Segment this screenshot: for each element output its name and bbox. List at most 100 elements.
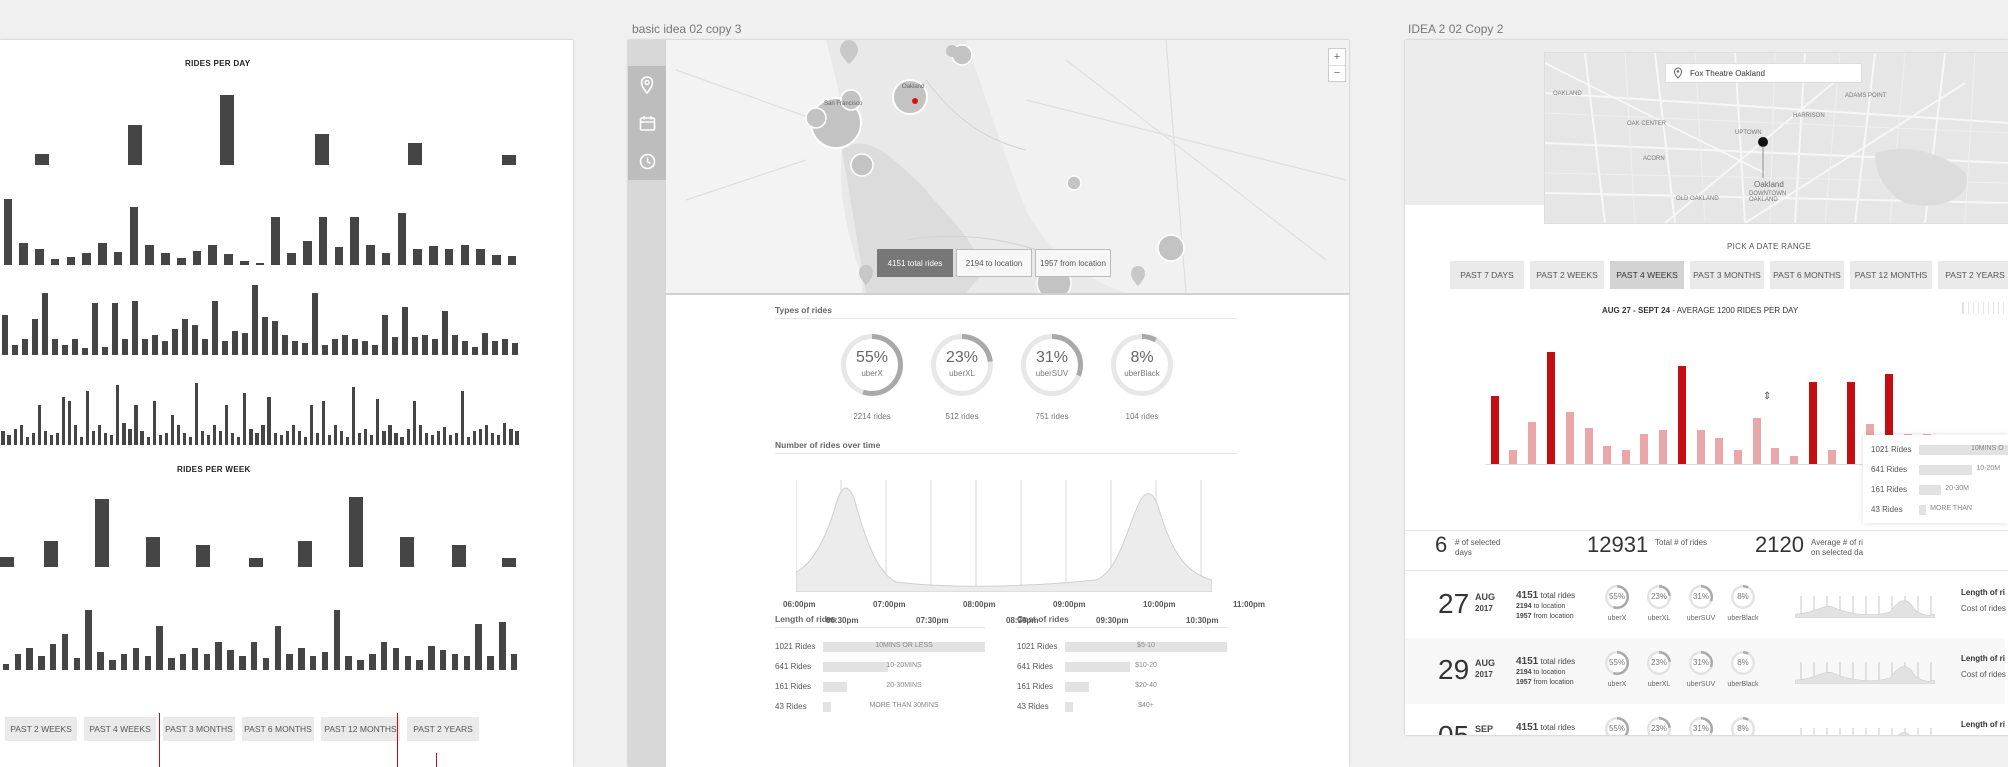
- date-range-past-2-years[interactable]: PAST 2 YEARS: [1938, 261, 2008, 289]
- sort-handle-icon[interactable]: ⇕: [1763, 392, 1771, 402]
- day-row-3-bar: [242, 333, 248, 355]
- day-row-2-bar: [271, 217, 281, 265]
- day-row-3-bar: [442, 311, 448, 355]
- left-range-past-4-weeks[interactable]: PAST 4 WEEKS: [84, 717, 156, 741]
- date-range-past-4-weeks[interactable]: PAST 4 WEEKS: [1610, 261, 1684, 289]
- oakland-map[interactable]: Fox Theatre Oakland OAKLAND OAK CENTER U…: [1544, 52, 2008, 224]
- cost-rides: 43 Rides: [1017, 702, 1049, 711]
- sidebar-location[interactable]: [628, 66, 666, 105]
- day-row-4-bar: [297, 431, 301, 445]
- week-row-2-bar: [250, 642, 258, 670]
- day-sparkline: [1794, 658, 1936, 685]
- week-row-2-bar: [416, 660, 423, 670]
- day-row-3-bar: [282, 335, 288, 355]
- date-range-past-12-months[interactable]: PAST 12 MONTHS: [1850, 261, 1932, 289]
- day-type-ring: 31%: [1688, 650, 1714, 676]
- date-summary-average: - AVERAGE 1200 RIDES PER DAY: [1670, 306, 1799, 315]
- day-row-3-bar: [152, 335, 158, 355]
- day-row-4-bar: [509, 429, 513, 445]
- sidebar-clock[interactable]: [628, 142, 666, 181]
- day-row-2-bar: [397, 213, 407, 265]
- from-location-button[interactable]: 1957 from location: [1035, 249, 1111, 277]
- day-type-percent: 8%: [1737, 724, 1749, 733]
- day-row-4-bar: [388, 425, 392, 445]
- bay-area-map[interactable]: San Francisco Oakland + − 4151 total rid…: [666, 40, 1349, 293]
- day-row: 05SEP20174151 total rides2194 to locatio…: [1405, 704, 2005, 735]
- day-row-3-bar: [492, 341, 498, 355]
- date-range-past-6-months[interactable]: PAST 6 MONTHS: [1770, 261, 1844, 289]
- day-type-percent: 23%: [1650, 592, 1667, 601]
- day-row-4-bar: [406, 429, 410, 445]
- day-row-3-bar: [32, 319, 38, 355]
- day-row-4-bar: [503, 423, 507, 445]
- week-row-1-bar: [298, 541, 312, 567]
- date-range-past-3-months[interactable]: PAST 3 MONTHS: [1690, 261, 1764, 289]
- day-row-3-bar: [452, 335, 458, 355]
- week-row-2-bar: [120, 654, 128, 670]
- left-range-past-2-years[interactable]: PAST 2 YEARS: [407, 717, 479, 741]
- week-row-2-bar: [463, 656, 471, 670]
- day-type-ring: 55%: [1604, 716, 1630, 735]
- week-row-2-bar: [274, 626, 281, 670]
- day-row-2-bar: [460, 245, 470, 265]
- ride-type-ring-ubersuv: 31% uberSUV: [1020, 333, 1084, 397]
- middle-frame-title: basic idea 02 copy 3: [632, 22, 742, 36]
- zoom-out-button[interactable]: −: [1329, 66, 1345, 81]
- tooltip-fill: [1919, 465, 1972, 475]
- day-row-2-bar: [145, 245, 155, 265]
- day-row-3: [0, 275, 520, 355]
- stats-divider: [1405, 530, 2008, 531]
- day-month: AUG: [1475, 658, 1495, 668]
- left-range-past-2-weeks[interactable]: PAST 2 WEEKS: [5, 717, 77, 741]
- day-row-4-bar: [309, 405, 313, 445]
- cost-rides: 161 Rides: [1017, 682, 1054, 691]
- date-range-past-7-days[interactable]: PAST 7 DAYS: [1450, 261, 1524, 289]
- to-location-button[interactable]: 2194 to location: [956, 249, 1032, 277]
- day-row-4-bar: [340, 431, 344, 445]
- left-range-past-12-months[interactable]: PAST 12 MONTHS: [321, 717, 400, 741]
- daily-rides-bar: [1828, 450, 1836, 464]
- week-row-2-bar: [357, 660, 364, 670]
- day-row-3-bar: [502, 339, 508, 355]
- day-row-2-bar: [444, 249, 454, 265]
- length-label: 10MINS OR LESS: [875, 642, 933, 649]
- rides-per-day-title: RIDES PER DAY: [185, 59, 251, 68]
- left-range-past-6-months[interactable]: PAST 6 MONTHS: [242, 717, 314, 741]
- day-row-3-bar: [202, 339, 208, 355]
- map-label-uptown: UPTOWN: [1735, 130, 1762, 136]
- week-row-2-bar: [168, 658, 175, 670]
- week-row-2-bar: [392, 648, 400, 670]
- zoom-in-button[interactable]: +: [1329, 49, 1345, 66]
- day-cost-label: Cost of rides: [1961, 670, 2006, 679]
- day-row-4-bar: [273, 433, 277, 445]
- sidebar-calendar[interactable]: [628, 104, 666, 143]
- length-row: 641 Rides 10-20MINS: [775, 660, 985, 674]
- day-row-4-bar: [382, 431, 386, 445]
- location-search[interactable]: Fox Theatre Oakland: [1665, 63, 1862, 83]
- week-row-2-bar: [404, 656, 411, 670]
- tooltip-fill: [1919, 505, 1926, 515]
- day-row-2-bar: [239, 261, 249, 265]
- day-row-3-bar: [192, 325, 198, 355]
- stat-label: Total # of rides: [1655, 538, 1708, 547]
- date-range-past-2-weeks[interactable]: PAST 2 WEEKS: [1530, 261, 1604, 289]
- day-row-4-bar: [237, 437, 241, 445]
- hover-tooltip: 1021 Rides 10MINS O 641 Rides 10-20M 161 Rid…: [1863, 435, 2008, 523]
- day-row-4-bar: [104, 433, 108, 445]
- week-row-2-bar: [97, 652, 104, 670]
- day-row-3-bar: [472, 347, 478, 355]
- day-row-2-bar: [129, 207, 139, 265]
- stat-number: 2120: [1755, 532, 1804, 557]
- total-rides-button[interactable]: 4151 total rides: [877, 249, 953, 277]
- day-row-4-bar: [460, 391, 465, 445]
- time-label: 09:30pm: [1096, 616, 1129, 625]
- day-row-3-bar: [372, 345, 378, 355]
- day-length-label: Length of ri: [1961, 588, 2005, 597]
- left-range-past-3-months[interactable]: PAST 3 MONTHS: [163, 717, 235, 741]
- week-row-2-bar: [73, 658, 81, 670]
- day-row-3-bar: [232, 331, 238, 355]
- length-label: 10-20MINS: [886, 662, 922, 669]
- day-type-percent: 31%: [1692, 592, 1709, 601]
- day-type-name: uberXL: [1647, 681, 1671, 688]
- cost-label: $10-20: [1135, 662, 1157, 669]
